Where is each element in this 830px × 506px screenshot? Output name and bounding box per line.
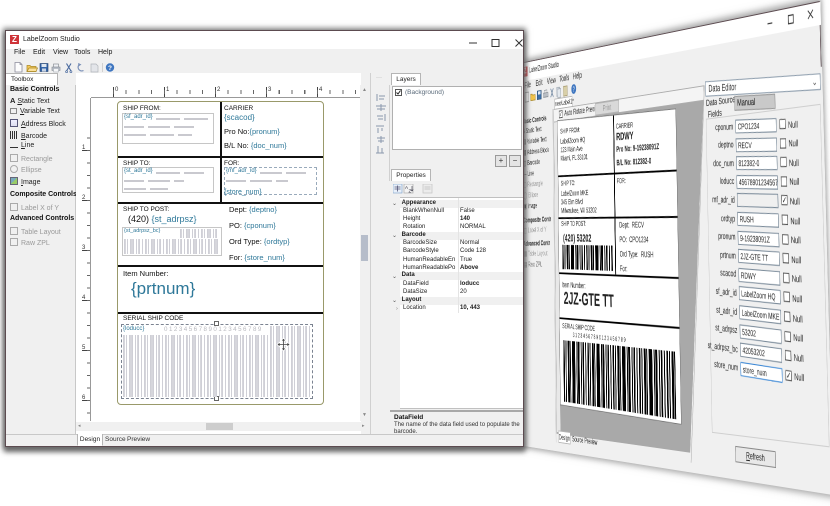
svg-text:?: ? <box>108 65 112 72</box>
svg-text:Z: Z <box>409 189 412 194</box>
